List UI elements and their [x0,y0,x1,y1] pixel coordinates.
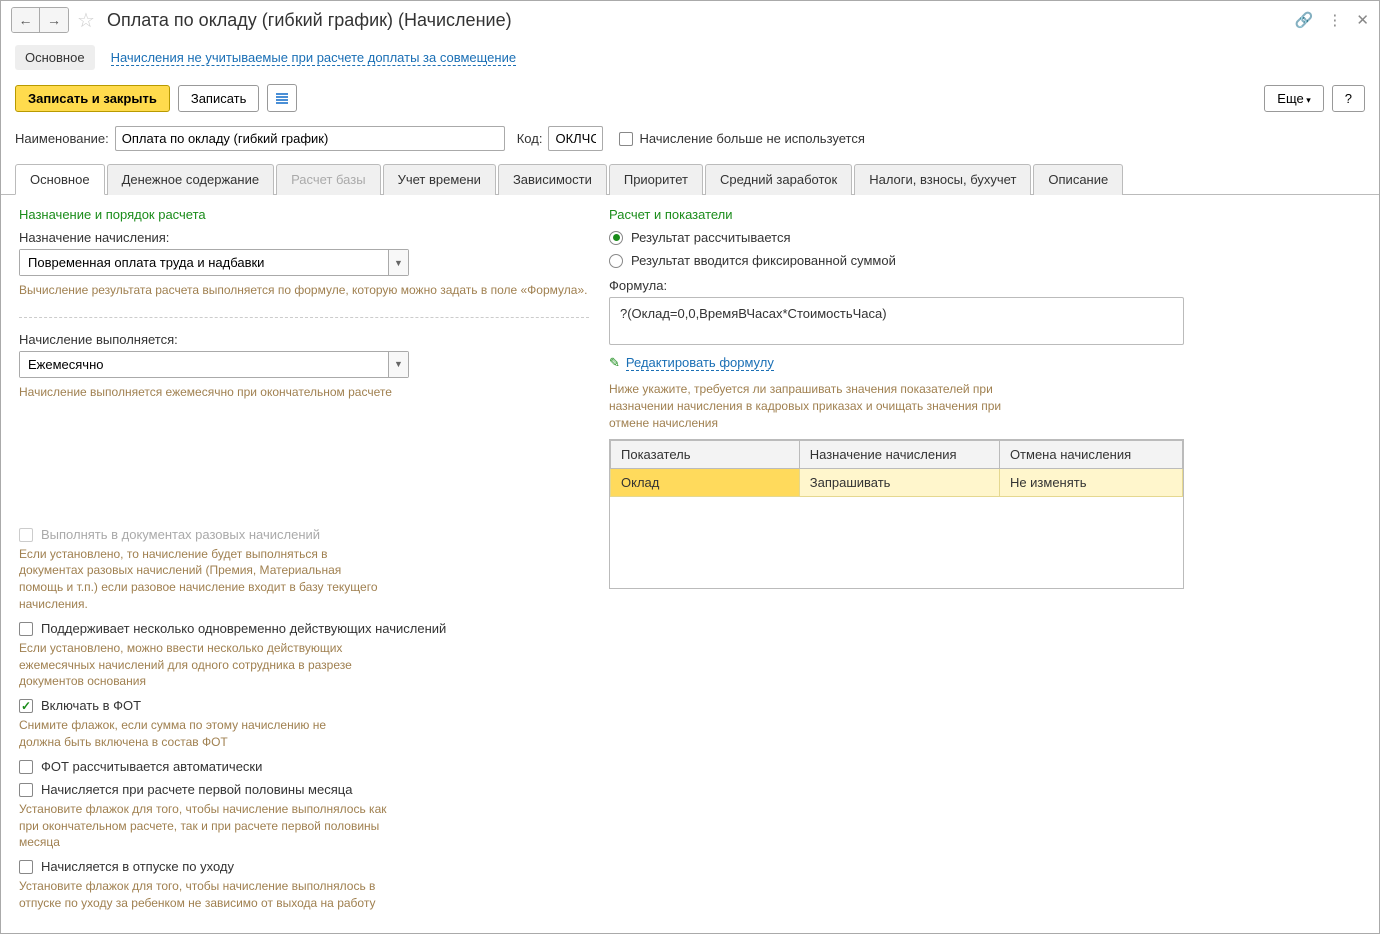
fot-hint: Снимите флажок, если сумма по этому начи… [19,717,359,751]
indicators-table[interactable]: Показатель Назначение начисления Отмена … [609,439,1184,589]
favorite-star-icon[interactable]: ☆ [75,9,97,31]
multi-label: Поддерживает несколько одновременно дейс… [41,621,446,636]
tab-time[interactable]: Учет времени [383,164,496,195]
purpose-select[interactable]: ▼ [19,249,409,276]
firsthalf-checkbox[interactable] [19,783,33,797]
execution-label: Начисление выполняется: [19,332,589,347]
tab-dependencies[interactable]: Зависимости [498,164,607,195]
forward-button[interactable]: → [40,8,68,32]
tab-taxes[interactable]: Налоги, взносы, бухучет [854,164,1031,195]
leave-label: Начисляется в отпуске по уходу [41,859,234,874]
save-button[interactable]: Записать [178,85,260,112]
leave-hint: Установите флажок для того, чтобы начисл… [19,878,399,912]
tab-average[interactable]: Средний заработок [705,164,852,195]
purpose-input[interactable] [20,250,388,275]
execution-hint: Начисление выполняется ежемесячно при ок… [19,384,589,401]
cell-assignment[interactable]: Запрашивать [799,469,999,497]
tab-description[interactable]: Описание [1033,164,1123,195]
fot-label: Включать в ФОТ [41,698,141,713]
cell-cancel[interactable]: Не изменять [999,469,1182,497]
radio-fixed-label: Результат вводится фиксированной суммой [631,253,896,268]
formula-label: Формула: [609,278,1361,293]
multi-checkbox[interactable] [19,622,33,636]
cell-indicator[interactable]: Оклад [611,469,800,497]
onetime-label: Выполнять в документах разовых начислени… [41,527,320,542]
onetime-checkbox [19,528,33,542]
firsthalf-hint: Установите флажок для того, чтобы начисл… [19,801,399,851]
breadcrumb: Основное Начисления не учитываемые при р… [1,39,1379,80]
not-used-checkbox[interactable] [619,132,633,146]
close-icon[interactable]: ✕ [1356,11,1369,29]
subheader-link[interactable]: Начисления не учитываемые при расчете до… [111,50,517,66]
save-close-button[interactable]: Записать и закрыть [15,85,170,112]
table-header-assignment[interactable]: Назначение начисления [799,441,999,469]
leave-checkbox[interactable] [19,860,33,874]
table-hint: Ниже укажите, требуется ли запрашивать з… [609,381,1009,431]
table-row[interactable]: Оклад Запрашивать Не изменять [611,469,1183,497]
calc-section-title: Расчет и показатели [609,207,1361,222]
link-icon[interactable]: 🔗 [1295,11,1314,29]
code-input[interactable] [548,126,603,151]
tab-priority[interactable]: Приоритет [609,164,703,195]
help-button[interactable]: ? [1332,85,1365,112]
fot-auto-checkbox[interactable] [19,760,33,774]
more-button[interactable]: Еще [1264,85,1323,112]
execution-input[interactable] [20,352,388,377]
tab-monetary[interactable]: Денежное содержание [107,164,274,195]
name-input[interactable] [115,126,505,151]
purpose-section-title: Назначение и порядок расчета [19,207,589,222]
fot-checkbox[interactable] [19,699,33,713]
subheader-main[interactable]: Основное [15,45,95,70]
radio-icon [609,254,623,268]
formula-input[interactable]: ?(Оклад=0,0,ВремяВЧасах*СтоимостьЧаса) [609,297,1184,345]
purpose-hint: Вычисление результата расчета выполняетс… [19,282,589,299]
radio-calculated-label: Результат рассчитывается [631,230,791,245]
table-header-cancel[interactable]: Отмена начисления [999,441,1182,469]
radio-icon [609,231,623,245]
chevron-down-icon[interactable]: ▼ [388,250,408,275]
execution-select[interactable]: ▼ [19,351,409,378]
multi-hint: Если установлено, можно ввести несколько… [19,640,399,690]
tab-base: Расчет базы [276,164,381,195]
edit-formula-link[interactable]: Редактировать формулу [626,355,774,371]
menu-dots-icon[interactable]: ⋮ [1327,11,1342,29]
window-title: Оплата по окладу (гибкий график) (Начисл… [107,10,1289,31]
pencil-icon: ✎ [609,355,620,371]
code-label: Код: [517,131,543,146]
tab-main[interactable]: Основное [15,164,105,195]
name-label: Наименование: [15,131,109,146]
divider [19,317,589,318]
back-button[interactable]: ← [12,8,40,32]
list-button[interactable] [267,84,297,112]
list-icon [276,93,288,104]
onetime-hint: Если установлено, то начисление будет вы… [19,546,379,613]
table-header-indicator[interactable]: Показатель [611,441,800,469]
radio-calculated[interactable]: Результат рассчитывается [609,230,1361,245]
chevron-down-icon[interactable]: ▼ [388,352,408,377]
firsthalf-label: Начисляется при расчете первой половины … [41,782,352,797]
purpose-label: Назначение начисления: [19,230,589,245]
radio-fixed[interactable]: Результат вводится фиксированной суммой [609,253,1361,268]
fot-auto-label: ФОТ рассчитывается автоматически [41,759,262,774]
not-used-label: Начисление больше не используется [639,131,864,146]
tab-strip: Основное Денежное содержание Расчет базы… [1,163,1379,195]
